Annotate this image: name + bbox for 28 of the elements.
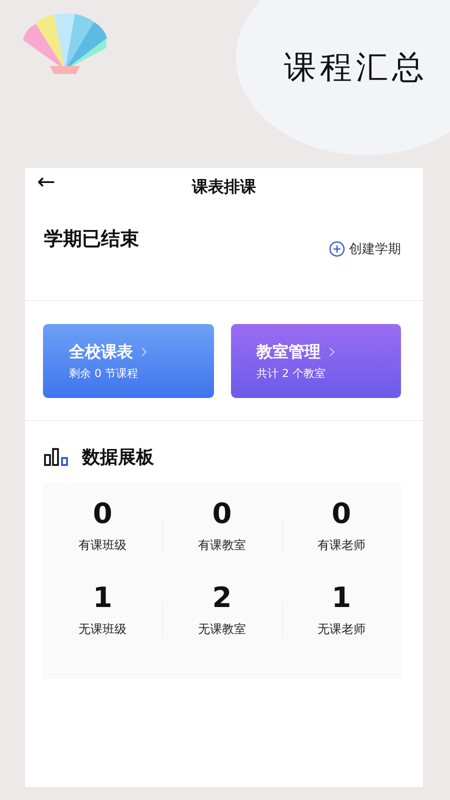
stat-value: 1	[332, 581, 352, 615]
stat-value: 0	[332, 497, 352, 531]
chevron-right-icon	[141, 347, 147, 357]
create-term-button[interactable]: 创建学期	[329, 240, 401, 258]
shortcut-subtitle: 剩余 0 节课程	[69, 366, 139, 380]
stat-value: 0	[212, 497, 232, 531]
chevron-right-icon	[328, 347, 334, 357]
stat-label: 无课教室	[198, 621, 246, 638]
back-button[interactable]: ←	[37, 170, 56, 195]
section-title: 数据展板	[82, 446, 154, 469]
banner-title: 课程汇总	[284, 48, 428, 87]
stat-label: 有课老师	[317, 537, 366, 554]
page-title: 课表排课	[192, 176, 256, 198]
stat-value: 0	[92, 497, 112, 531]
shortcut-card[interactable]: 教室管理 共计 2 个教室	[230, 324, 401, 398]
stat-label: 有课班级	[78, 537, 127, 554]
shortcut-card[interactable]: 全校课表 剩余 0 节课程	[43, 324, 214, 398]
plus-circle-icon	[329, 241, 345, 257]
stat-label: 无课班级	[78, 621, 127, 638]
term-status: 学期已结束	[44, 227, 139, 252]
stat-value: 1	[92, 581, 112, 615]
stat-label: 有课教室	[198, 537, 246, 554]
shortcut-title: 全校课表	[69, 342, 133, 362]
bar-chart-icon	[44, 448, 70, 466]
stat-label: 无课老师	[317, 621, 366, 638]
shortcut-subtitle: 共计 2 个教室	[256, 366, 326, 380]
stat-value: 2	[212, 581, 232, 615]
shortcut-title: 教室管理	[256, 342, 320, 362]
